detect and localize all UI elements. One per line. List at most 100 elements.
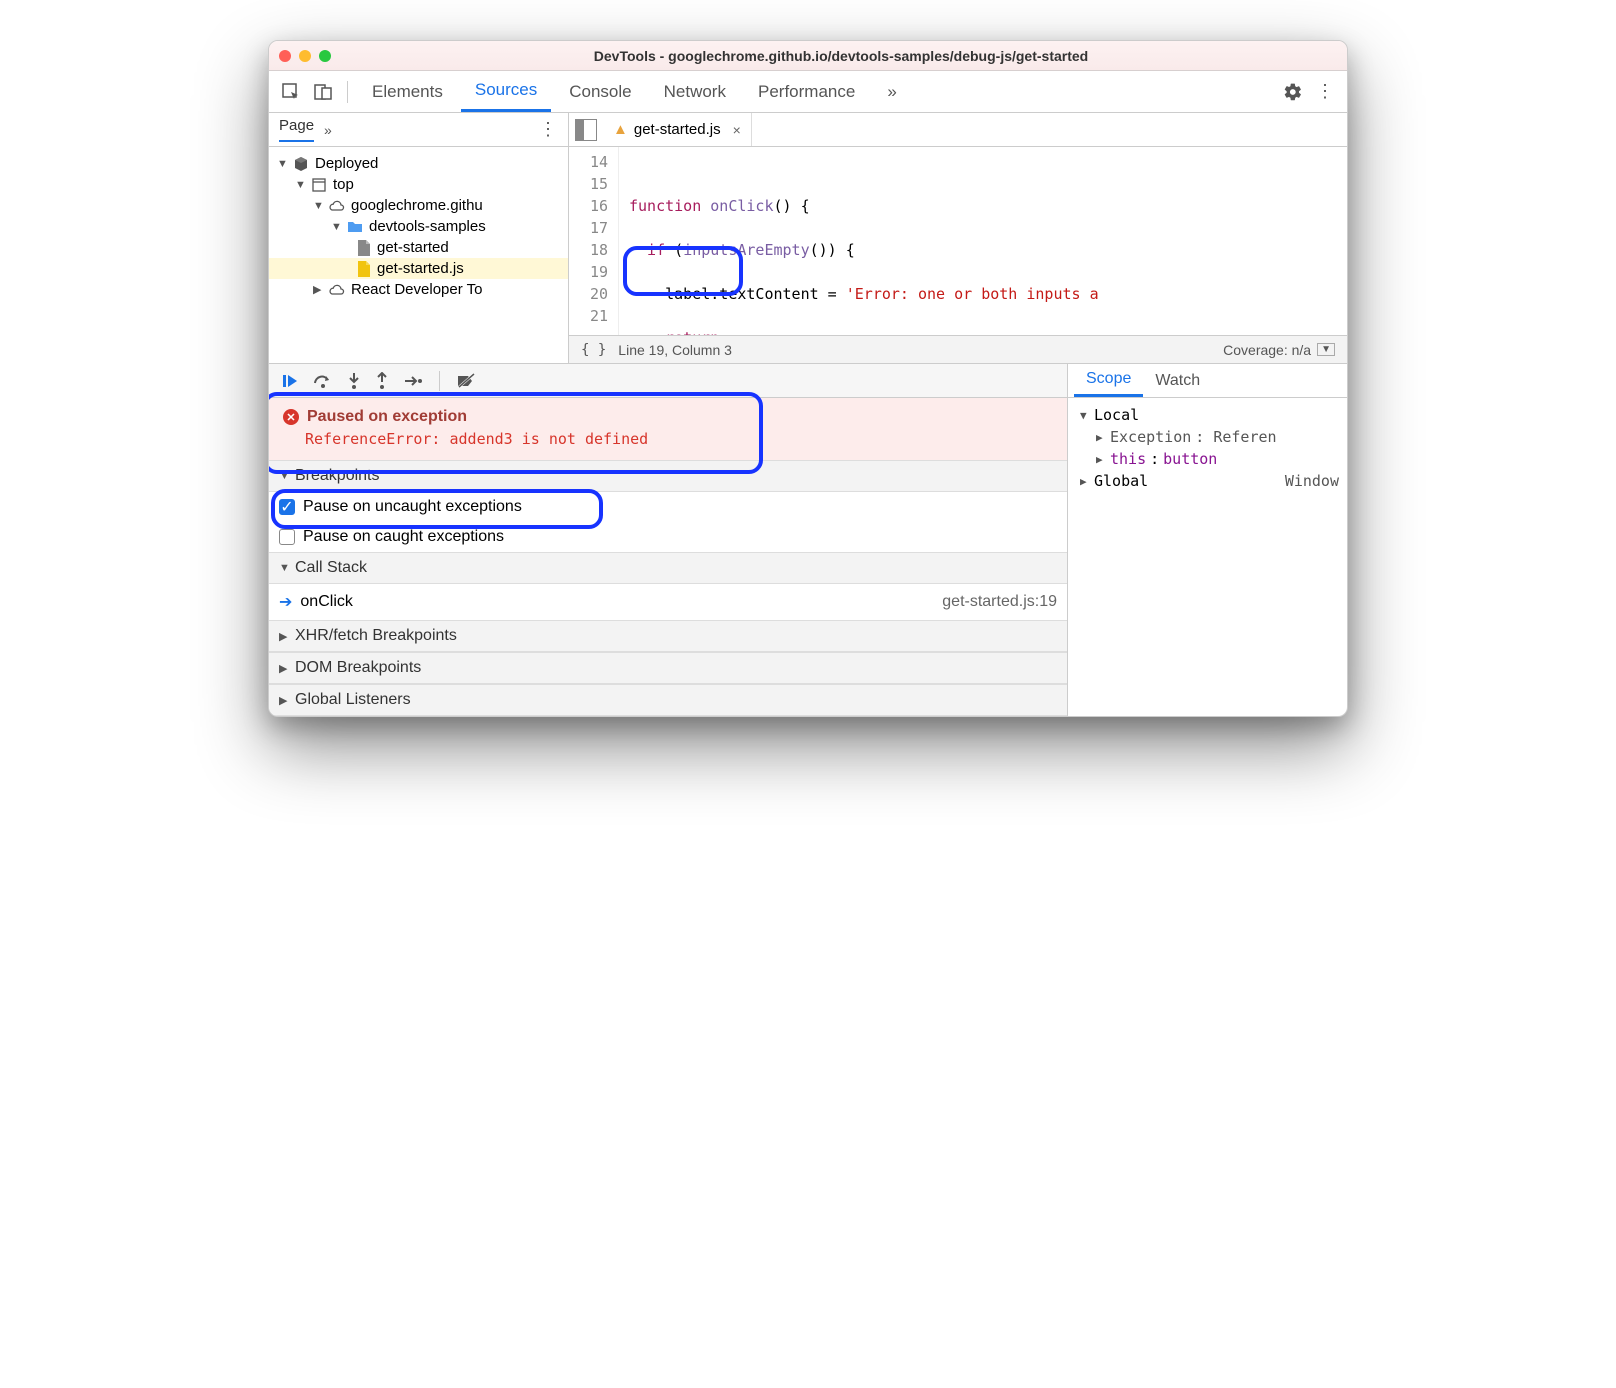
tree-deployed-label: Deployed <box>315 155 378 172</box>
section-xhr[interactable]: ▶XHR/fetch Breakpoints <box>269 620 1067 652</box>
line-num: 17 <box>569 217 608 239</box>
step-out-icon[interactable] <box>375 372 389 390</box>
status-cursor: Line 19, Column 3 <box>618 342 732 358</box>
token: () { <box>774 197 810 215</box>
tree-extension-label: React Developer To <box>351 281 482 298</box>
window-title: DevTools - googlechrome.github.io/devtoo… <box>345 48 1337 64</box>
line-num: 15 <box>569 173 608 195</box>
device-toolbar-icon[interactable] <box>309 78 337 106</box>
scope-local[interactable]: ▼Local <box>1076 404 1339 426</box>
step-over-icon[interactable] <box>313 373 333 389</box>
tree-top[interactable]: ▼ top <box>269 174 568 195</box>
navigator-pane: Page » ⋮ ▼ Deployed ▼ top ▼ googlechrome… <box>269 113 569 363</box>
panel-tabbar: Elements Sources Console Network Perform… <box>269 71 1347 113</box>
js-file-icon <box>355 261 371 277</box>
token: if <box>629 241 665 259</box>
navigator-tabs: Page » ⋮ <box>269 113 568 147</box>
token: ()) { <box>810 241 855 259</box>
tree-top-label: top <box>333 176 354 193</box>
tab-scope[interactable]: Scope <box>1074 364 1143 397</box>
close-window-button[interactable] <box>279 50 291 62</box>
paused-title: Paused on exception <box>307 408 467 426</box>
tab-watch[interactable]: Watch <box>1143 364 1212 397</box>
debugger-pane: ✕ Paused on exception ReferenceError: ad… <box>269 363 1347 716</box>
token: ( <box>665 241 683 259</box>
debugger-left: ✕ Paused on exception ReferenceError: ad… <box>269 364 1067 716</box>
line-gutter: 14 15 16 17 18 19 20 21 <box>569 147 619 335</box>
coverage-dropdown-icon[interactable]: ▼ <box>1317 343 1335 356</box>
editor-file-tab[interactable]: ▲ get-started.js × <box>603 113 752 146</box>
section-label: XHR/fetch Breakpoints <box>295 627 457 645</box>
token: 'Error: one or both inputs a <box>846 285 1099 303</box>
scope-tabs: Scope Watch <box>1068 364 1347 398</box>
callstack-frame[interactable]: ➔ onClick get-started.js:19 <box>269 584 1067 620</box>
paused-error-message: ReferenceError: addend3 is not defined <box>305 430 1053 448</box>
cloud-icon <box>329 198 345 214</box>
tree-origin[interactable]: ▼ googlechrome.githu <box>269 195 568 216</box>
close-tab-icon[interactable]: × <box>733 122 741 138</box>
nav-tab-page[interactable]: Page <box>279 117 314 142</box>
toggle-navigator-icon[interactable] <box>575 119 597 141</box>
traffic-lights <box>279 50 331 62</box>
token: return <box>629 329 719 335</box>
scope-global[interactable]: ▶GlobalWindow <box>1076 470 1339 492</box>
step-into-icon[interactable] <box>347 372 361 390</box>
scope-key: Exception <box>1110 428 1191 446</box>
section-label: Breakpoints <box>295 467 380 485</box>
zoom-window-button[interactable] <box>319 50 331 62</box>
scope-exception[interactable]: ▶Exception: Referen <box>1076 426 1339 448</box>
format-braces-icon[interactable]: { } <box>581 342 606 358</box>
scope-pane: Scope Watch ▼Local ▶Exception: Referen ▶… <box>1067 364 1347 716</box>
tree-file-js-label: get-started.js <box>377 260 464 277</box>
code-area[interactable]: 14 15 16 17 18 19 20 21 function onClick… <box>569 147 1347 335</box>
tree-extension[interactable]: ▶ React Developer To <box>269 279 568 300</box>
tabs-overflow[interactable]: » <box>873 71 910 112</box>
section-label: Call Stack <box>295 559 367 577</box>
upper-pane: Page » ⋮ ▼ Deployed ▼ top ▼ googlechrome… <box>269 113 1347 363</box>
kebab-menu-icon[interactable]: ⋮ <box>1311 78 1339 106</box>
tree-deployed[interactable]: ▼ Deployed <box>269 153 568 174</box>
devtools-window: DevTools - googlechrome.github.io/devtoo… <box>268 40 1348 717</box>
scope-this[interactable]: ▶this: button <box>1076 448 1339 470</box>
tab-console[interactable]: Console <box>555 71 645 112</box>
section-callstack[interactable]: ▼Call Stack <box>269 552 1067 584</box>
tab-performance[interactable]: Performance <box>744 71 869 112</box>
section-dom[interactable]: ▶DOM Breakpoints <box>269 652 1067 684</box>
token: function <box>629 197 701 215</box>
step-icon[interactable] <box>403 374 423 388</box>
tree-folder[interactable]: ▼ devtools-samples <box>269 216 568 237</box>
editor-pane: ▲ get-started.js × 14 15 16 17 18 19 20 … <box>569 113 1347 363</box>
file-tree: ▼ Deployed ▼ top ▼ googlechrome.githu ▼ … <box>269 147 568 306</box>
tree-file-js[interactable]: get-started.js <box>269 258 568 279</box>
warning-icon: ▲ <box>613 121 628 138</box>
scope-val: : Referen <box>1195 428 1276 446</box>
tab-network[interactable]: Network <box>650 71 740 112</box>
paused-banner: ✕ Paused on exception ReferenceError: ad… <box>269 398 1067 460</box>
tab-elements[interactable]: Elements <box>358 71 457 112</box>
token: onClick <box>701 197 773 215</box>
nav-menu-icon[interactable]: ⋮ <box>539 119 558 140</box>
tree-origin-label: googlechrome.githu <box>351 197 483 214</box>
tree-file-html-label: get-started <box>377 239 449 256</box>
checkbox-checked-icon[interactable]: ✓ <box>279 499 295 515</box>
pause-uncaught-label: Pause on uncaught exceptions <box>303 498 522 516</box>
pause-caught-row[interactable]: Pause on caught exceptions <box>269 522 1067 552</box>
resume-button-icon[interactable] <box>281 372 299 390</box>
section-global[interactable]: ▶Global Listeners <box>269 684 1067 716</box>
minimize-window-button[interactable] <box>299 50 311 62</box>
deactivate-breakpoints-icon[interactable] <box>456 373 476 389</box>
scope-sep: : <box>1150 450 1159 468</box>
line-num: 20 <box>569 283 608 305</box>
file-icon <box>355 240 371 256</box>
debugger-toolbar <box>269 364 1067 398</box>
pause-uncaught-row[interactable]: ✓ Pause on uncaught exceptions <box>269 492 1067 522</box>
nav-tabs-overflow[interactable]: » <box>324 122 332 138</box>
section-breakpoints[interactable]: ▼Breakpoints <box>269 460 1067 492</box>
settings-gear-icon[interactable] <box>1279 78 1307 106</box>
editor-tabs: ▲ get-started.js × <box>569 113 1347 147</box>
tree-file-html[interactable]: get-started <box>269 237 568 258</box>
scope-global-label: Global <box>1094 472 1148 490</box>
inspect-element-icon[interactable] <box>277 78 305 106</box>
checkbox-unchecked-icon[interactable] <box>279 529 295 545</box>
tab-sources[interactable]: Sources <box>461 71 551 112</box>
